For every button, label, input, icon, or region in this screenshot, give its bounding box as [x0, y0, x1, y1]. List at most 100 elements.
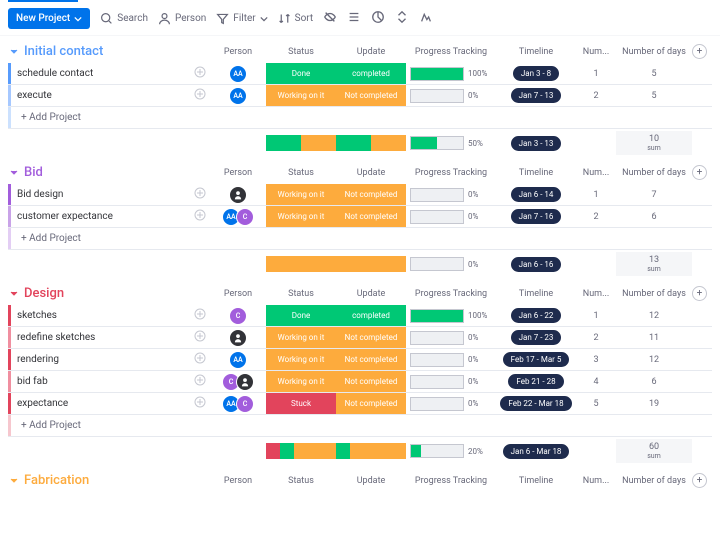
expand-icon[interactable]: [194, 209, 210, 224]
group-title[interactable]: Fabrication: [24, 473, 210, 488]
status-cell[interactable]: Working on it: [266, 371, 336, 392]
num-cell[interactable]: 2: [576, 91, 616, 101]
progress-cell[interactable]: 0%: [406, 210, 496, 224]
timeline-cell[interactable]: Feb 22 - Mar 18: [496, 396, 576, 411]
col-add[interactable]: +: [692, 165, 712, 180]
col-timeline[interactable]: Timeline: [496, 47, 576, 57]
person-cell[interactable]: AA: [210, 351, 266, 369]
update-cell[interactable]: Not completed: [336, 393, 406, 414]
person-cell[interactable]: [210, 186, 266, 204]
status-cell[interactable]: Done: [266, 63, 336, 84]
avatar[interactable]: AA: [229, 65, 247, 83]
row-title[interactable]: Bid design: [11, 189, 194, 200]
table-row[interactable]: expectanceAACStuckNot completed0%Feb 22 …: [8, 393, 712, 415]
row-title[interactable]: expectance: [11, 398, 194, 409]
hide-icon[interactable]: [323, 10, 337, 27]
caret-down-icon[interactable]: [8, 46, 20, 58]
col-status[interactable]: Status: [266, 47, 336, 57]
timeline-cell[interactable]: Jan 7 - 13: [496, 88, 576, 103]
search-tool[interactable]: Search: [100, 12, 148, 25]
col-status[interactable]: Status: [266, 289, 336, 299]
caret-down-icon[interactable]: [8, 167, 20, 179]
row-title[interactable]: customer expectance: [11, 211, 194, 222]
avatar[interactable]: C: [236, 395, 254, 413]
num-cell[interactable]: 1: [576, 69, 616, 79]
num-cell[interactable]: 3: [576, 355, 616, 365]
progress-cell[interactable]: 0%: [406, 353, 496, 367]
person-cell[interactable]: C: [210, 307, 266, 325]
col-timeline[interactable]: Timeline: [496, 476, 576, 486]
expand-icon[interactable]: [194, 330, 210, 345]
col-progress[interactable]: Progress Tracking: [406, 47, 496, 57]
update-cell[interactable]: Not completed: [336, 327, 406, 348]
timeline-cell[interactable]: Jan 7 - 16: [496, 209, 576, 224]
days-cell[interactable]: 5: [616, 69, 692, 79]
num-cell[interactable]: 4: [576, 377, 616, 387]
progress-cell[interactable]: 0%: [406, 375, 496, 389]
col-update[interactable]: Update: [336, 168, 406, 178]
avatar[interactable]: [229, 186, 247, 204]
col-person[interactable]: Person: [210, 168, 266, 178]
days-cell[interactable]: 7: [616, 190, 692, 200]
new-project-button[interactable]: New Project: [8, 8, 90, 29]
row-title[interactable]: schedule contact: [11, 68, 194, 79]
col-progress[interactable]: Progress Tracking: [406, 168, 496, 178]
person-tool[interactable]: Person: [158, 12, 206, 25]
row-title[interactable]: redefine sketches: [11, 332, 194, 343]
col-update[interactable]: Update: [336, 289, 406, 299]
status-cell[interactable]: Working on it: [266, 85, 336, 106]
table-row[interactable]: redefine sketches Working on itNot comple…: [8, 327, 712, 349]
status-cell[interactable]: Done: [266, 305, 336, 326]
col-timeline[interactable]: Timeline: [496, 289, 576, 299]
expand-icon[interactable]: [194, 187, 210, 202]
update-cell[interactable]: completed: [336, 305, 406, 326]
color-icon[interactable]: [371, 10, 385, 27]
avatar[interactable]: AA: [229, 351, 247, 369]
col-days[interactable]: Number of days: [616, 168, 692, 178]
status-cell[interactable]: Working on it: [266, 327, 336, 348]
expand-icon[interactable]: [194, 352, 210, 367]
person-cell[interactable]: AAC: [210, 208, 266, 226]
row-title[interactable]: sketches: [11, 310, 194, 321]
person-cell[interactable]: AA: [210, 87, 266, 105]
col-days[interactable]: Number of days: [616, 289, 692, 299]
status-cell[interactable]: Working on it: [266, 349, 336, 370]
update-cell[interactable]: Not completed: [336, 349, 406, 370]
table-row[interactable]: renderingAAWorking on itNot completed0%F…: [8, 349, 712, 371]
col-days[interactable]: Number of days: [616, 47, 692, 57]
status-cell[interactable]: Stuck: [266, 393, 336, 414]
row-title[interactable]: execute: [11, 90, 194, 101]
group-title[interactable]: Initial contact: [24, 44, 210, 59]
col-num[interactable]: Num...: [576, 47, 616, 57]
col-num[interactable]: Num...: [576, 476, 616, 486]
timeline-cell[interactable]: Jan 6 - 22: [496, 308, 576, 323]
filter-tool[interactable]: Filter: [216, 12, 267, 25]
table-row[interactable]: customer expectanceAACWorking on itNot c…: [8, 206, 712, 228]
col-person[interactable]: Person: [210, 289, 266, 299]
num-cell[interactable]: 5: [576, 399, 616, 409]
table-row[interactable]: bid fabCWorking on itNot completed0%Feb …: [8, 371, 712, 393]
col-add[interactable]: +: [692, 286, 712, 301]
avatar[interactable]: C: [229, 307, 247, 325]
col-timeline[interactable]: Timeline: [496, 168, 576, 178]
table-row[interactable]: Bid designWorking on itNot completed0%Ja…: [8, 184, 712, 206]
status-cell[interactable]: Working on it: [266, 206, 336, 227]
progress-cell[interactable]: 0%: [406, 89, 496, 103]
caret-down-icon[interactable]: [8, 475, 20, 487]
col-person[interactable]: Person: [210, 476, 266, 486]
progress-cell[interactable]: 0%: [406, 331, 496, 345]
col-num[interactable]: Num...: [576, 289, 616, 299]
days-cell[interactable]: 5: [616, 91, 692, 101]
num-cell[interactable]: 1: [576, 311, 616, 321]
avatar[interactable]: [229, 329, 247, 347]
days-cell[interactable]: 19: [616, 399, 692, 409]
status-cell[interactable]: Working on it: [266, 184, 336, 205]
add-project-row[interactable]: + Add Project: [8, 415, 712, 437]
add-project-row[interactable]: + Add Project: [8, 228, 712, 250]
avatar[interactable]: [236, 373, 254, 391]
expand-icon[interactable]: [194, 396, 210, 411]
col-progress[interactable]: Progress Tracking: [406, 476, 496, 486]
timeline-cell[interactable]: Feb 17 - Mar 5: [496, 352, 576, 367]
days-cell[interactable]: 12: [616, 311, 692, 321]
days-cell[interactable]: 6: [616, 212, 692, 222]
